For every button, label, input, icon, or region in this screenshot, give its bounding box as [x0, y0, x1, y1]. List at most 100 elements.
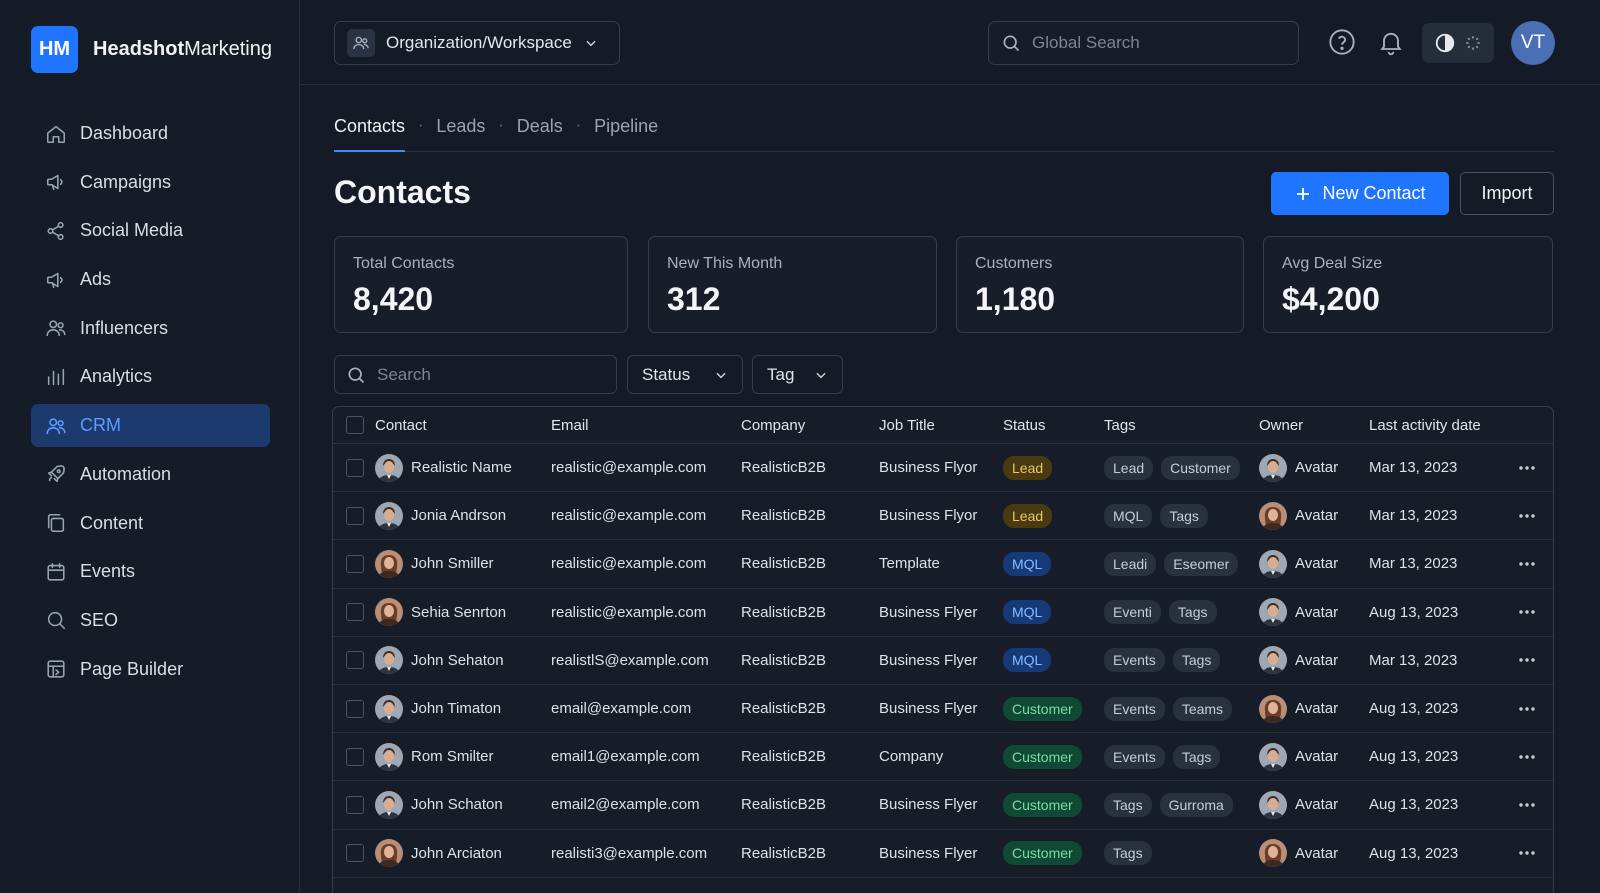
contact-job-title: Business Flyer — [879, 844, 978, 862]
sidebar-nav: Dashboard Campaigns Social Media Ads Influen… — [31, 112, 270, 696]
tag-filter[interactable]: Tag — [752, 355, 843, 394]
sidebar-item-label: Campaigns — [80, 171, 172, 192]
brand[interactable]: HM HeadshotMarketing — [31, 26, 272, 73]
column-header-last-activity[interactable]: Last activity date — [1369, 417, 1504, 434]
table-row[interactable]: Rom Smilter email1@example.com RealisticB2… — [333, 733, 1553, 782]
column-header-owner[interactable]: Owner — [1259, 417, 1369, 434]
table-row[interactable]: John Smiller realistic@example.com Realist… — [333, 540, 1553, 589]
tab-pipeline[interactable]: Pipeline — [594, 112, 658, 152]
row-checkbox[interactable] — [346, 651, 364, 670]
sidebar-item-crm[interactable]: CRM — [31, 404, 270, 448]
import-button[interactable]: Import — [1460, 172, 1554, 215]
contact-name[interactable]: John Smiller — [411, 555, 494, 572]
contact-email: realistlS@example.com — [551, 651, 709, 669]
row-checkbox[interactable] — [346, 795, 364, 814]
more-options-icon[interactable] — [1504, 657, 1550, 663]
sidebar-item-influencers[interactable]: Influencers — [31, 307, 270, 350]
table-search[interactable] — [334, 355, 617, 394]
contact-name[interactable]: Sehia Senrton — [411, 604, 506, 621]
status-badge: Lead — [1003, 503, 1053, 528]
sidebar-item-seo[interactable]: SEO — [31, 599, 270, 642]
tag-chip: Events — [1104, 744, 1165, 769]
sidebar-item-social-media[interactable]: Social Media — [31, 209, 270, 252]
table-search-input[interactable] — [377, 364, 605, 385]
tab-deals[interactable]: Deals — [517, 112, 563, 152]
row-checkbox[interactable] — [346, 458, 364, 477]
sidebar-item-events[interactable]: Events — [31, 550, 270, 593]
table-row[interactable]: Sehia Senrton realistic@example.com Realis… — [333, 589, 1553, 637]
contact-name[interactable]: John Sehaton — [411, 652, 504, 669]
owner-avatar — [1259, 694, 1287, 723]
more-options-icon[interactable] — [1504, 706, 1550, 712]
contact-company: RealisticB2B — [741, 796, 827, 814]
contrast-icon[interactable] — [1434, 32, 1456, 54]
sidebar-item-analytics[interactable]: Analytics — [31, 355, 270, 398]
row-checkbox[interactable] — [346, 747, 364, 766]
contact-job-title: Company — [879, 748, 944, 766]
contact-email: realisti3@example.com — [551, 844, 708, 862]
row-checkbox[interactable] — [346, 603, 364, 622]
row-checkbox[interactable] — [346, 699, 364, 718]
sun-icon[interactable] — [1464, 34, 1482, 52]
help-icon[interactable] — [1328, 28, 1358, 58]
sidebar-item-campaigns[interactable]: Campaigns — [31, 161, 270, 204]
table-row[interactable]: John Schaton email2@example.com RealisticB… — [333, 781, 1553, 830]
user-avatar[interactable]: VT — [1511, 21, 1555, 65]
column-header-email[interactable]: Email — [551, 417, 741, 434]
sidebar-item-page-builder[interactable]: Page Builder — [31, 648, 270, 691]
bar-chart-icon — [45, 366, 67, 388]
tab-separator: · — [498, 117, 504, 134]
contact-name[interactable]: Rom Smilter — [411, 748, 494, 765]
table-row[interactable]: John Arciaton realisti3@example.com Realis… — [333, 830, 1553, 878]
contact-email: realistic@example.com — [551, 507, 707, 525]
column-header-tags[interactable]: Tags — [1104, 417, 1259, 434]
contact-email: email1@example.com — [551, 748, 700, 766]
contact-company: RealisticB2B — [741, 555, 827, 573]
column-header-company[interactable]: Company — [741, 417, 879, 434]
new-contact-button[interactable]: New Contact — [1271, 172, 1449, 215]
row-checkbox[interactable] — [346, 506, 364, 525]
more-options-icon[interactable] — [1504, 561, 1550, 567]
row-checkbox[interactable] — [346, 554, 364, 573]
more-options-icon[interactable] — [1504, 802, 1550, 808]
contact-name[interactable]: John Arciaton — [411, 845, 502, 862]
more-options-icon[interactable] — [1504, 465, 1550, 471]
bell-icon[interactable] — [1377, 28, 1407, 58]
tab-leads[interactable]: Leads — [436, 112, 485, 152]
contact-company: RealisticB2B — [741, 844, 827, 862]
contact-name[interactable]: John Timaton — [411, 700, 501, 717]
contact-name[interactable]: Realistic Name — [411, 459, 512, 476]
sidebar-item-label: Automation — [80, 463, 172, 484]
column-header-contact[interactable]: Contact — [375, 417, 551, 434]
global-search-input[interactable] — [1032, 33, 1272, 53]
column-header-job-title[interactable]: Job Title — [879, 417, 1003, 434]
contact-name[interactable]: Jonia Andrson — [411, 507, 506, 524]
more-options-icon[interactable] — [1504, 513, 1550, 519]
tag-chip: Tags — [1160, 503, 1208, 528]
global-search[interactable] — [988, 21, 1299, 65]
sidebar-item-content[interactable]: Content — [31, 502, 270, 545]
more-options-icon[interactable] — [1504, 850, 1550, 856]
status-filter[interactable]: Status — [627, 355, 743, 394]
workspace-selector[interactable]: Organization/Workspace — [334, 21, 620, 65]
column-header-status[interactable]: Status — [1003, 417, 1104, 434]
share-icon — [45, 220, 67, 242]
sidebar-item-automation[interactable]: Automation — [31, 453, 270, 496]
sidebar-item-dashboard[interactable]: Dashboard — [31, 112, 270, 155]
tag-chip: Eseomer — [1164, 551, 1239, 576]
contact-job-title: Business Flyer — [879, 796, 978, 814]
more-options-icon[interactable] — [1504, 609, 1550, 615]
row-checkbox[interactable] — [346, 844, 364, 863]
table-row[interactable]: John Sehaton realistlS@example.com Realist… — [333, 637, 1553, 685]
owner-name: Avatar — [1295, 796, 1339, 814]
stat-value: 8,420 — [353, 281, 434, 317]
sidebar-item-ads[interactable]: Ads — [31, 258, 270, 301]
table-row[interactable]: Realistic Name realistic@example.com Reali… — [333, 444, 1553, 493]
more-options-icon[interactable] — [1504, 754, 1550, 760]
select-all-checkbox[interactable] — [346, 416, 364, 434]
table-row[interactable]: Jonia Andrson realistic@example.com Realis… — [333, 492, 1553, 541]
contact-name[interactable]: John Schaton — [411, 796, 503, 813]
tab-contacts[interactable]: Contacts — [334, 112, 406, 152]
theme-toggle[interactable] — [1422, 23, 1494, 63]
table-row[interactable]: John Timaton email@example.com RealisticB2… — [333, 685, 1553, 734]
